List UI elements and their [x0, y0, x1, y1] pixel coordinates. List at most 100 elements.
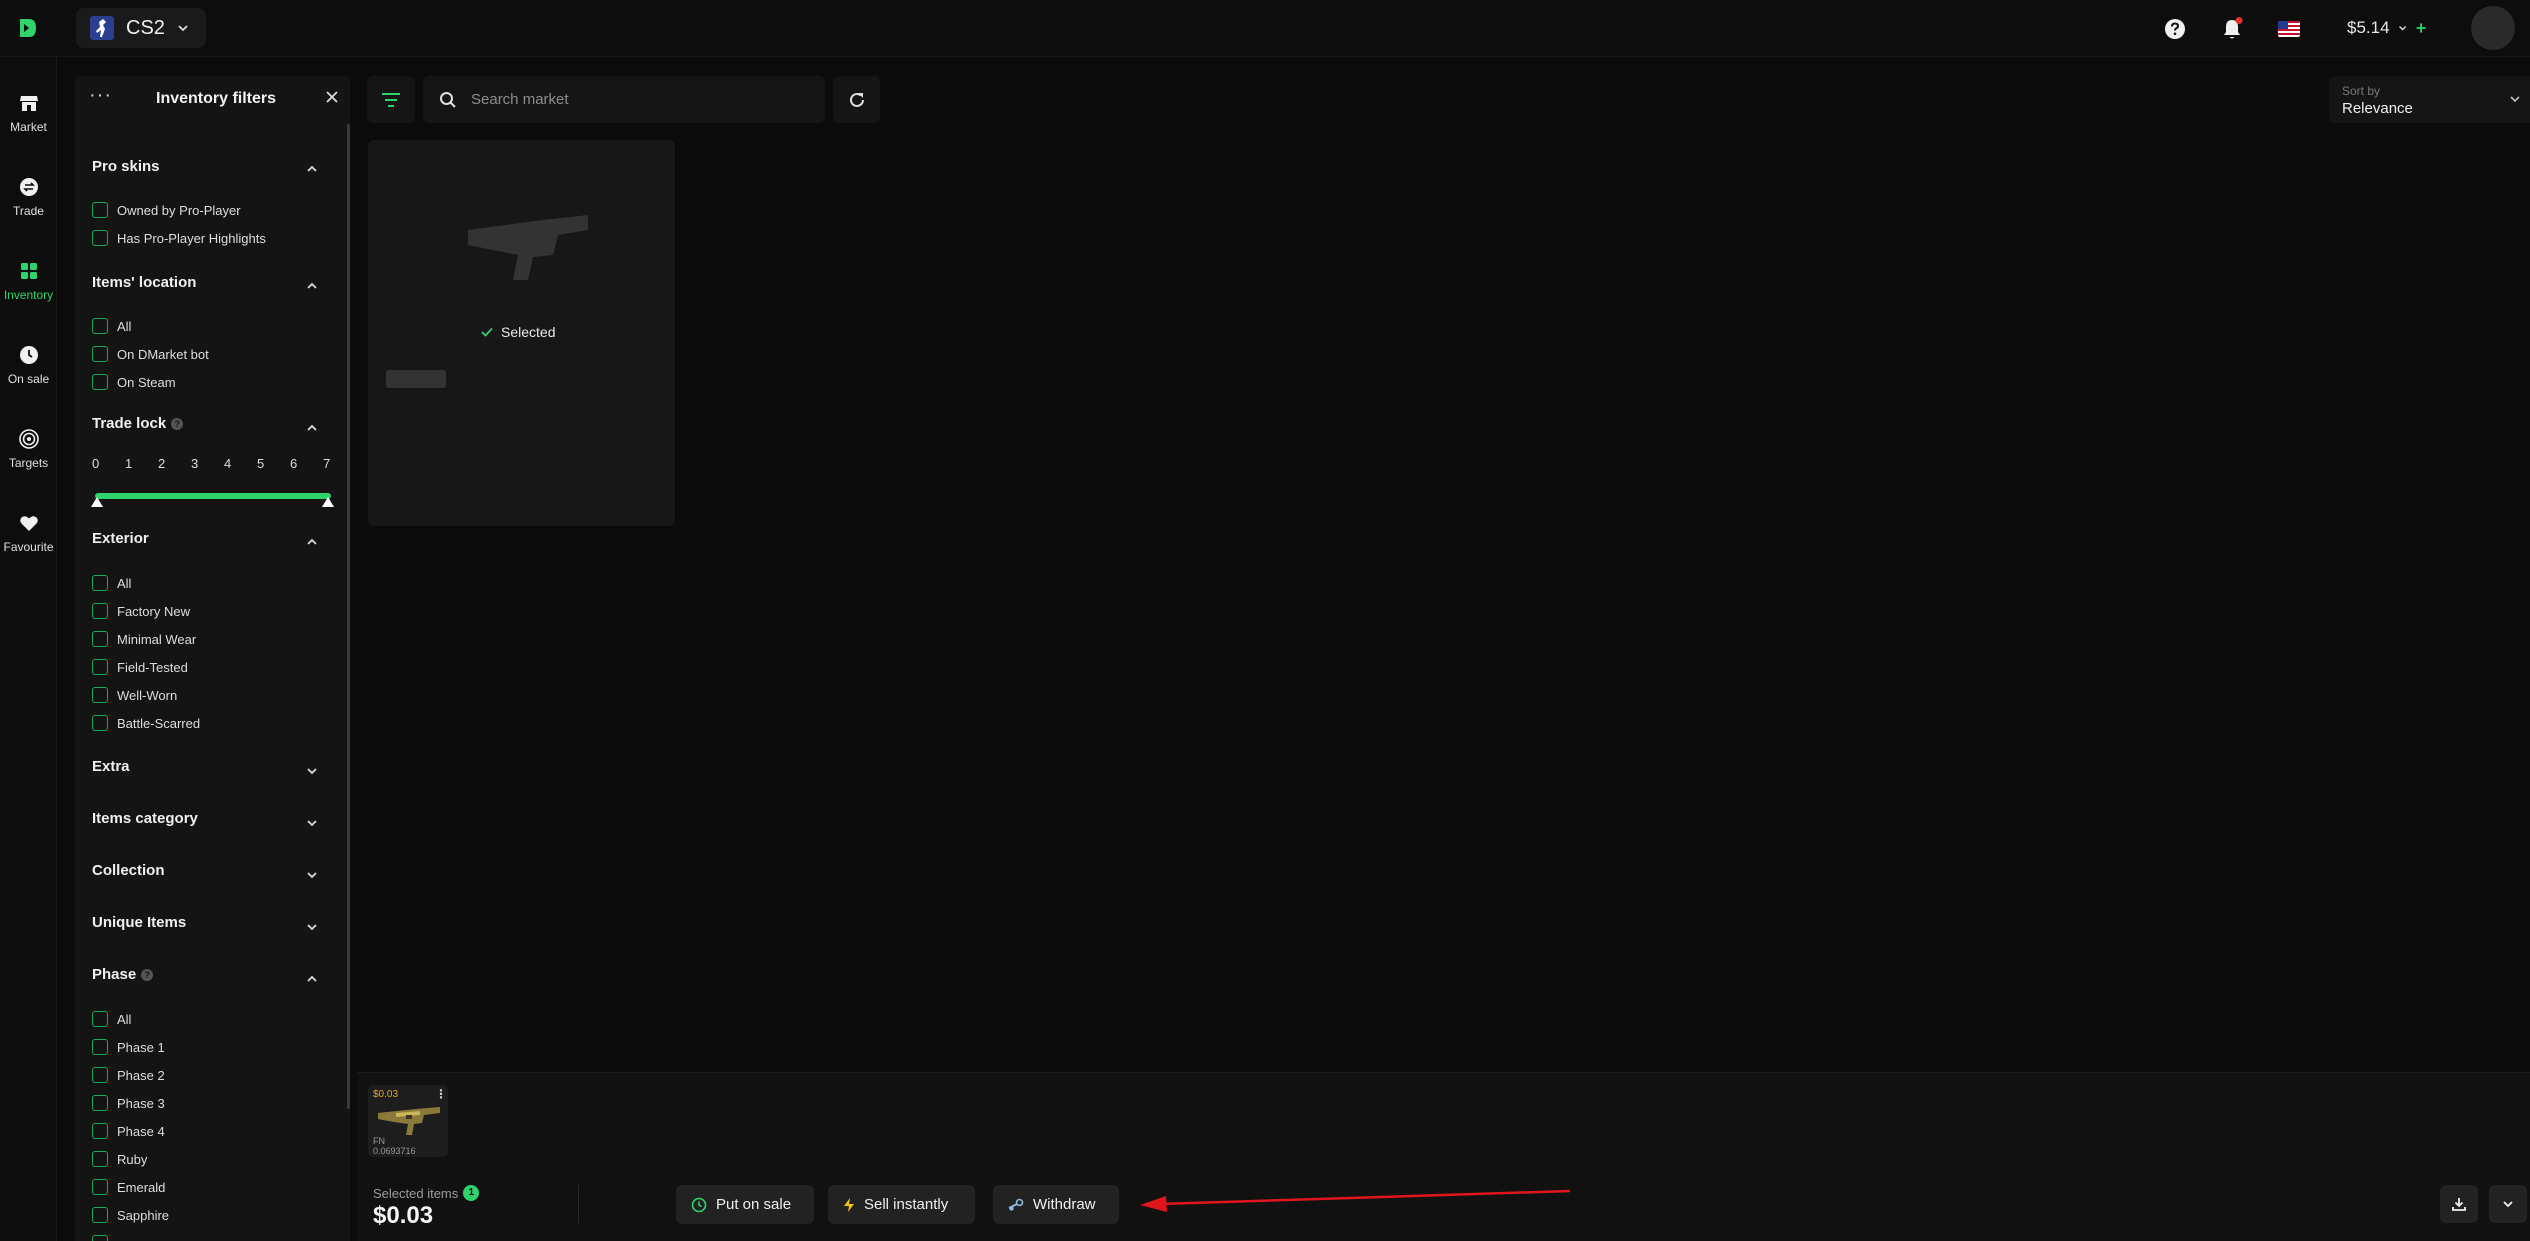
sort-label: Sort by	[2342, 84, 2381, 98]
checkbox[interactable]	[92, 1123, 108, 1139]
checkbox[interactable]	[92, 1179, 108, 1195]
section-unique-items[interactable]: Unique Items	[92, 914, 186, 931]
checkbox-field-tested[interactable]: Field-Tested	[92, 658, 188, 676]
put-on-sale-button[interactable]: Put on sale	[676, 1185, 814, 1224]
filters-title: Inventory filters	[156, 90, 277, 107]
search-box[interactable]	[423, 76, 825, 123]
chevron-down-icon	[178, 25, 188, 32]
selected-item-thumbnail[interactable]: $0.03 ⋮ FN 0.0693716	[368, 1085, 448, 1157]
filters-menu-button[interactable]: ···	[89, 84, 112, 107]
checkbox-partial-next[interactable]	[92, 1234, 108, 1241]
chevron-down-icon[interactable]	[305, 764, 319, 778]
checkbox-on-steam[interactable]: On Steam	[92, 373, 176, 391]
checkbox[interactable]	[92, 1095, 108, 1111]
toggle-filters-button[interactable]	[367, 76, 415, 123]
checkbox-exterior-all[interactable]: All	[92, 574, 131, 592]
checkbox-phase-1[interactable]: Phase 1	[92, 1038, 165, 1056]
checkbox-minimal-wear[interactable]: Minimal Wear	[92, 630, 196, 648]
nav-inventory[interactable]: Inventory	[0, 252, 57, 322]
checkbox-battle-scarred[interactable]: Battle-Scarred	[92, 714, 200, 732]
checkbox[interactable]	[92, 230, 108, 246]
checkbox[interactable]	[92, 1235, 108, 1241]
chevron-down-icon[interactable]	[305, 868, 319, 882]
section-trade-lock[interactable]: Trade lock?	[92, 415, 184, 432]
checkbox[interactable]	[92, 1151, 108, 1167]
section-exterior[interactable]: Exterior	[92, 530, 149, 547]
nav-trade[interactable]: Trade	[0, 168, 57, 238]
checkbox-emerald[interactable]: Emerald	[92, 1178, 165, 1196]
checkbox[interactable]	[92, 715, 108, 731]
checkbox[interactable]	[92, 1067, 108, 1083]
checkbox-location-all[interactable]: All	[92, 317, 131, 335]
chevron-up-icon[interactable]	[305, 162, 319, 176]
rifle-skin-image	[378, 1107, 440, 1135]
checkbox-phase-3[interactable]: Phase 3	[92, 1094, 165, 1112]
section-items-category[interactable]: Items category	[92, 810, 198, 827]
help-icon[interactable]: ?	[171, 418, 184, 430]
checkbox-ruby[interactable]: Ruby	[92, 1150, 147, 1168]
download-button[interactable]	[2440, 1185, 2478, 1223]
collapse-panel-button[interactable]	[2489, 1185, 2527, 1223]
checkbox-phase-4[interactable]: Phase 4	[92, 1122, 165, 1140]
bell-icon	[2224, 16, 2243, 38]
section-phase[interactable]: Phase?	[92, 966, 154, 983]
chevron-down-icon[interactable]	[305, 816, 319, 830]
trade-lock-min-handle[interactable]	[91, 497, 103, 507]
section-extra[interactable]: Extra	[92, 758, 130, 775]
chevron-down-icon	[2510, 96, 2520, 103]
checkbox[interactable]	[92, 346, 108, 362]
checkbox[interactable]	[92, 1011, 108, 1027]
close-icon[interactable]	[325, 90, 339, 104]
checkbox[interactable]	[92, 631, 108, 647]
checkbox-on-dmarket-bot[interactable]: On DMarket bot	[92, 345, 209, 363]
checkbox-pro-highlights[interactable]: Has Pro-Player Highlights	[92, 229, 266, 247]
nav-favourite[interactable]: Favourite	[0, 504, 57, 574]
checkbox-phase-all[interactable]: All	[92, 1010, 131, 1028]
filters-scrollbar[interactable]	[347, 124, 350, 1109]
nav-targets[interactable]: Targets	[0, 420, 57, 490]
user-avatar[interactable]	[2471, 6, 2515, 50]
checkbox[interactable]	[92, 687, 108, 703]
chevron-up-icon[interactable]	[305, 535, 319, 549]
checkbox-phase-2[interactable]: Phase 2	[92, 1066, 165, 1084]
checkbox[interactable]	[92, 202, 108, 218]
checkbox[interactable]	[92, 318, 108, 334]
dmarket-logo-icon[interactable]	[14, 15, 40, 41]
withdraw-button[interactable]: Withdraw	[993, 1185, 1119, 1224]
nav-market[interactable]: Market	[0, 84, 57, 154]
checkbox[interactable]	[92, 1039, 108, 1055]
help-icon[interactable]: ?	[141, 969, 154, 981]
inventory-item-card[interactable]: Selected	[368, 140, 675, 526]
checkbox-owned-by-pro[interactable]: Owned by Pro-Player	[92, 201, 241, 219]
sell-instantly-button[interactable]: Sell instantly	[828, 1185, 975, 1224]
chevron-up-icon[interactable]	[305, 279, 319, 293]
game-selector[interactable]: CS2	[76, 8, 206, 48]
refresh-button[interactable]	[833, 76, 880, 123]
language-button[interactable]	[2272, 0, 2306, 57]
section-collection[interactable]: Collection	[92, 862, 165, 879]
checkbox[interactable]	[92, 603, 108, 619]
help-button[interactable]	[2158, 0, 2192, 57]
sort-dropdown[interactable]: Sort by Relevance	[2329, 76, 2530, 123]
section-items-location[interactable]: Items' location	[92, 274, 196, 291]
checkbox[interactable]	[92, 659, 108, 675]
checkbox-factory-new[interactable]: Factory New	[92, 602, 190, 620]
trade-lock-tick: 0	[92, 456, 100, 471]
balance-display[interactable]: $5.14	[2327, 10, 2427, 46]
trade-lock-max-handle[interactable]	[322, 497, 334, 507]
check-icon	[481, 327, 493, 337]
chevron-up-icon[interactable]	[305, 421, 319, 435]
checkbox[interactable]	[92, 575, 108, 591]
nav-on-sale[interactable]: On sale	[0, 336, 57, 406]
checkbox-sapphire[interactable]: Sapphire	[92, 1206, 169, 1224]
search-input[interactable]	[471, 91, 801, 108]
checkbox-well-worn[interactable]: Well-Worn	[92, 686, 177, 704]
chevron-down-icon[interactable]	[305, 920, 319, 934]
chevron-up-icon[interactable]	[305, 972, 319, 986]
checkbox[interactable]	[92, 374, 108, 390]
checkbox[interactable]	[92, 1207, 108, 1223]
section-pro-skins[interactable]: Pro skins	[92, 158, 160, 175]
notifications-button[interactable]	[2215, 0, 2249, 57]
trade-lock-slider-track[interactable]	[95, 493, 331, 499]
add-funds-icon[interactable]	[2415, 20, 2427, 36]
